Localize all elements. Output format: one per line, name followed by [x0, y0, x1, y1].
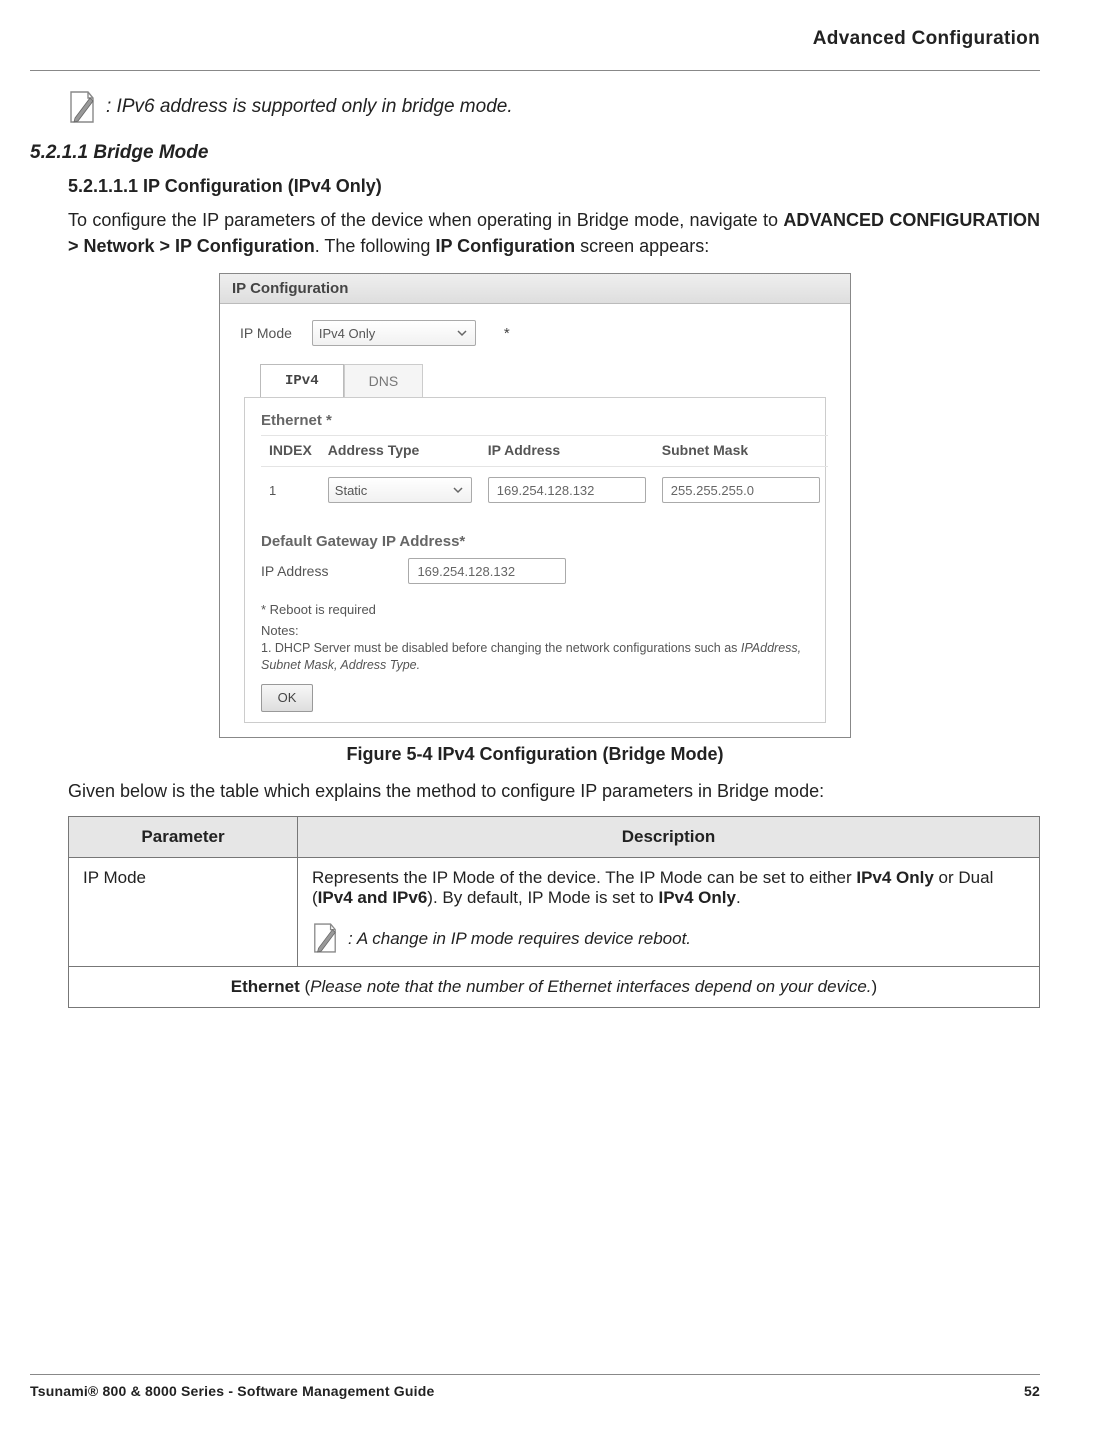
pencil-note-icon	[312, 922, 340, 956]
address-type-select[interactable]: Static	[328, 477, 472, 503]
eth-index-value: 1	[261, 467, 320, 514]
param-desc-ip-mode: Represents the IP Mode of the device. Th…	[298, 857, 1040, 966]
top-note: : IPv6 address is supported only in brid…	[68, 90, 1040, 124]
notes-pre: 1. DHCP Server must be disabled before c…	[261, 641, 741, 655]
eth-italic: Please note that the number of Ethernet …	[310, 977, 871, 996]
footer-guide-name: Tsunami® 800 & 8000 Series - Software Ma…	[30, 1383, 434, 1399]
tab-panel-ipv4: Ethernet * INDEX Address Type IP Address…	[244, 397, 826, 723]
ethernet-table: INDEX Address Type IP Address Subnet Mas…	[261, 435, 828, 513]
ip-mode-value: IPv4 Only	[319, 326, 375, 341]
tab-dns[interactable]: DNS	[344, 364, 424, 397]
ip-mode-label: IP Mode	[240, 325, 292, 341]
header-divider	[30, 70, 1040, 71]
col-description: Description	[298, 816, 1040, 857]
after-figure-text: Given below is the table which explains …	[68, 781, 1040, 802]
footer-divider	[30, 1374, 1040, 1375]
top-note-text: : IPv6 address is supported only in brid…	[106, 96, 513, 118]
tab-ipv4[interactable]: IPv4	[260, 364, 344, 397]
required-mark: *	[504, 325, 510, 342]
eth-col-addr-type: Address Type	[320, 436, 480, 467]
eth-col-ip: IP Address	[480, 436, 654, 467]
page-header-title: Advanced Configuration	[813, 28, 1040, 50]
pencil-note-icon	[68, 90, 96, 124]
desc-pre: Represents the IP Mode of the device. Th…	[312, 868, 856, 887]
figure-caption: Figure 5-4 IPv4 Configuration (Bridge Mo…	[30, 744, 1040, 765]
intro-pre: To configure the IP parameters of the de…	[68, 210, 783, 230]
desc-mid2: ). By default, IP Mode is set to	[427, 888, 658, 907]
ethernet-section-cell: Ethernet (Please note that the number of…	[69, 966, 1040, 1007]
eth-row-1: 1 Static	[261, 467, 828, 514]
desc-end: .	[736, 888, 741, 907]
eth-close: )	[872, 977, 878, 996]
reboot-required-note: * Reboot is required	[261, 602, 809, 617]
eth-col-mask: Subnet Mask	[654, 436, 828, 467]
desc-b3: IPv4 Only	[658, 888, 735, 907]
eth-col-index: INDEX	[261, 436, 320, 467]
section-bridge-mode-title: 5.2.1.1 Bridge Mode	[30, 142, 1040, 164]
eth-bold: Ethernet	[231, 977, 300, 996]
parameters-table: Parameter Description IP Mode Represents…	[68, 816, 1040, 1008]
ip-config-panel: IP Configuration IP Mode IPv4 Only *	[219, 273, 851, 738]
ip-mode-select[interactable]: IPv4 Only	[312, 320, 476, 346]
ip-mode-reboot-note: : A change in IP mode requires device re…	[348, 929, 691, 949]
footer-page-number: 52	[1024, 1383, 1040, 1399]
panel-title: IP Configuration	[220, 274, 850, 304]
subnet-mask-input[interactable]: 255.255.255.0	[662, 477, 820, 503]
ethernet-section-label: Ethernet *	[261, 412, 809, 429]
desc-b1: IPv4 Only	[856, 868, 933, 887]
col-parameter: Parameter	[69, 816, 298, 857]
chevron-down-icon	[451, 483, 465, 497]
intro-paragraph: To configure the IP parameters of the de…	[68, 207, 1040, 259]
chevron-down-icon	[455, 326, 469, 340]
subsection-ip-config-title: 5.2.1.1.1 IP Configuration (IPv4 Only)	[68, 176, 1040, 197]
param-name-ip-mode: IP Mode	[69, 857, 298, 966]
desc-b2: IPv4 and IPv6	[318, 888, 428, 907]
ok-button[interactable]: OK	[261, 684, 313, 712]
param-row-ip-mode: IP Mode Represents the IP Mode of the de…	[69, 857, 1040, 966]
notes-heading: Notes:	[261, 623, 809, 638]
ip-address-input[interactable]: 169.254.128.132	[488, 477, 646, 503]
intro-screen-name: IP Configuration	[435, 236, 575, 256]
eth-open: (	[300, 977, 310, 996]
gateway-ip-label: IP Address	[261, 563, 328, 579]
notes-line-1: 1. DHCP Server must be disabled before c…	[261, 640, 809, 674]
page-footer: Tsunami® 800 & 8000 Series - Software Ma…	[30, 1374, 1040, 1399]
intro-post: screen appears:	[575, 236, 709, 256]
gateway-ip-input[interactable]: 169.254.128.132	[408, 558, 566, 584]
gateway-section-label: Default Gateway IP Address*	[261, 533, 809, 550]
param-row-ethernet: Ethernet (Please note that the number of…	[69, 966, 1040, 1007]
intro-mid: . The following	[315, 236, 436, 256]
address-type-value: Static	[335, 483, 368, 498]
